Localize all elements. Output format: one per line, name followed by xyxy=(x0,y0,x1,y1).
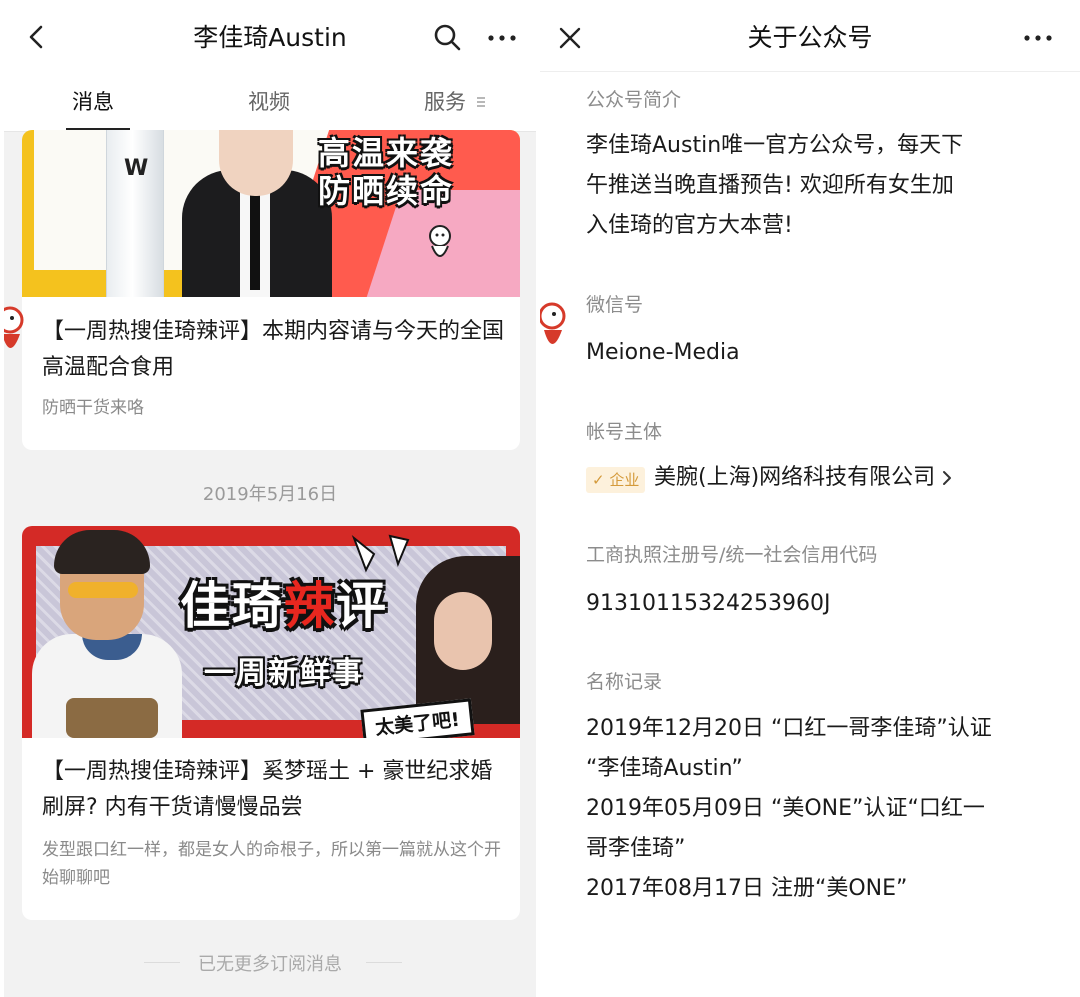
floating-mascot-icon[interactable] xyxy=(4,300,28,364)
chevron-right-icon[interactable] xyxy=(941,470,953,486)
divider xyxy=(366,962,402,963)
page-title: 关于公众号 xyxy=(747,23,873,52)
more-dots-icon[interactable] xyxy=(1020,22,1056,52)
account-info-panel: 关于公众号 公众号简介 李佳琦Austin唯一官方公众号，每天下 午推送当晚直播… xyxy=(540,0,1080,997)
intro-line: 午推送当晚直播预告! 欢迎所有女生加 xyxy=(586,173,954,198)
end-of-feed-note: 已无更多订阅消息 xyxy=(198,954,342,975)
menu-lines-icon xyxy=(477,97,485,107)
search-icon[interactable] xyxy=(432,22,462,52)
name-history-line: 哥李佳琦” xyxy=(586,836,686,861)
feed-tabs: 消息 视频 服务 xyxy=(4,72,536,132)
intro-line: 李佳琦Austin唯一官方公众号，每天下 xyxy=(586,133,964,158)
cover-headline-line2: 防晒续命 xyxy=(318,172,455,210)
account-feed-panel: 李佳琦Austin 消息 视频 服务 W 高温来袭 防晒续命 【一周热搜佳琦辣评… xyxy=(4,0,536,997)
article-cover-image: W 高温来袭 防晒续命 xyxy=(22,130,520,297)
enterprise-badge: ✓ 企业 xyxy=(586,467,646,493)
wechat-id-label: 微信号 xyxy=(586,294,644,316)
article-title: 【一周热搜佳琦辣评】本期内容请与今天的全国高温配合食用 xyxy=(42,319,505,380)
article-title: 【一周热搜佳琦辣评】奚梦瑶土 + 豪世纪求婚刷屏? 内有干货请慢慢品尝 xyxy=(42,759,493,820)
intro-line: 入佳琦的官方大本营! xyxy=(586,213,793,238)
cover-headline-line1: 高温来袭 xyxy=(318,134,455,172)
name-history-label: 名称记录 xyxy=(586,671,663,693)
license-label: 工商执照注册号/统一社会信用代码 xyxy=(586,544,878,566)
burst-decoration-icon xyxy=(351,534,410,573)
intro-label: 公众号简介 xyxy=(586,89,682,111)
owner-label: 帐号主体 xyxy=(586,421,663,443)
license-value: 91310115324253960J xyxy=(586,591,831,616)
more-dots-icon[interactable] xyxy=(484,22,520,52)
article-summary: 发型跟口红一样，都是女人的命根子，所以第一篇就从这个开始聊聊吧 xyxy=(42,840,501,888)
article-cover-image: 佳琦辣评 一周新鲜事 太美了吧! xyxy=(22,526,520,738)
message-date: 2019年5月16日 xyxy=(202,484,338,505)
article-card[interactable]: W 高温来袭 防晒续命 【一周热搜佳琦辣评】本期内容请与今天的全国高温配合食用 … xyxy=(22,130,520,450)
name-history-line: 2017年08月17日 注册“美ONE” xyxy=(586,876,908,901)
wechat-id-value: Meione-Media xyxy=(586,340,740,365)
cover-subheadline: 一周新鲜事 xyxy=(204,656,364,691)
article-card[interactable]: 佳琦辣评 一周新鲜事 太美了吧! 【一周热搜佳琦辣评】奚梦瑶土 + 豪世纪求婚刷… xyxy=(22,526,520,920)
floating-mascot-icon[interactable] xyxy=(540,296,568,362)
cartoon-mascot-icon xyxy=(429,225,451,257)
info-top-bar: 关于公众号 xyxy=(540,0,1080,72)
owner-company-link[interactable]: 美腕(上海)网络科技有限公司 xyxy=(654,458,935,498)
tab-services[interactable]: 服务 xyxy=(424,86,466,118)
name-history-line: “李佳琦Austin” xyxy=(586,756,743,781)
cover-headline: 佳琦辣评 xyxy=(180,577,388,635)
article-summary: 防晒干货来咯 xyxy=(42,398,144,418)
bottle-logo-text: W xyxy=(124,156,149,181)
tab-videos[interactable]: 视频 xyxy=(248,86,290,118)
name-history-line: 2019年12月20日 “口红一哥李佳琦”认证 xyxy=(586,716,992,741)
feed-top-bar: 李佳琦Austin xyxy=(4,0,536,72)
name-history-line: 2019年05月09日 “美ONE”认证“口红一 xyxy=(586,796,985,821)
tab-messages[interactable]: 消息 xyxy=(72,86,114,118)
